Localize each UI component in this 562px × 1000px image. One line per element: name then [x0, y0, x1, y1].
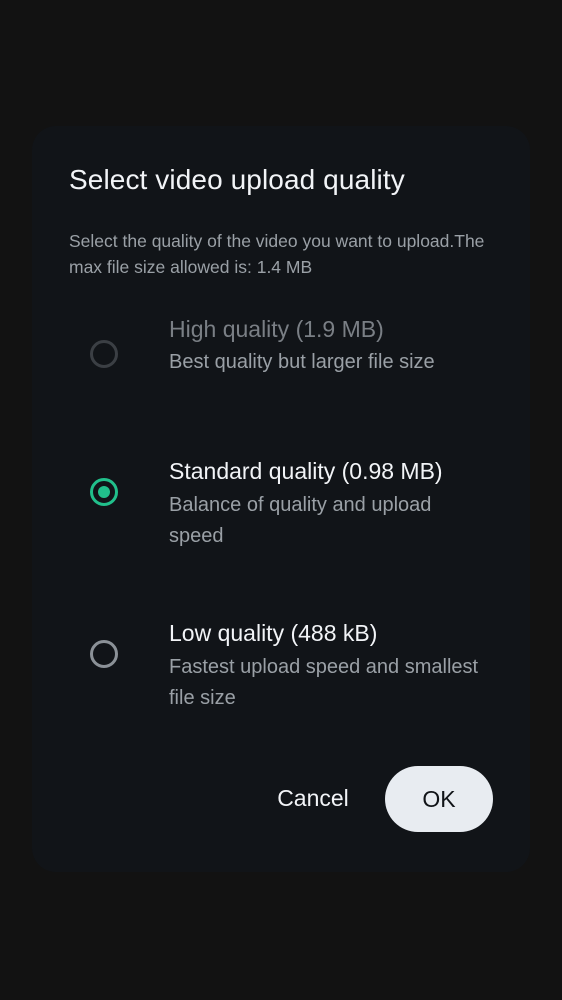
radio-selected-icon[interactable]	[90, 478, 118, 506]
option-low-quality-title: Low quality (488 kB)	[169, 620, 378, 646]
option-high-quality-title: High quality (1.9 MB)	[169, 316, 384, 342]
option-low-quality-description: Fastest upload speed and smallest file s…	[169, 656, 479, 709]
option-standard-quality[interactable]: Standard quality (0.98 MB) Balance of qu…	[32, 448, 530, 558]
ok-button[interactable]: OK	[385, 766, 493, 832]
quality-dialog: Select video upload quality Select the q…	[32, 126, 530, 872]
dialog-title: Select video upload quality	[69, 164, 405, 195]
radio-high-quality-icon	[90, 340, 118, 368]
option-standard-quality-description: Balance of quality and upload speed	[169, 494, 432, 547]
option-high-quality-description: Best quality but larger file size	[169, 351, 435, 373]
option-low-quality[interactable]: Low quality (488 kB) Fastest upload spee…	[32, 612, 530, 722]
option-standard-quality-title: Standard quality (0.98 MB)	[169, 458, 443, 484]
option-high-quality: High quality (1.9 MB) Best quality but l…	[32, 316, 530, 406]
radio-dot-icon	[98, 486, 110, 498]
cancel-button[interactable]: Cancel	[268, 768, 358, 828]
dialog-description: Select the quality of the video you want…	[69, 231, 485, 277]
radio-unselected-icon[interactable]	[90, 640, 118, 668]
